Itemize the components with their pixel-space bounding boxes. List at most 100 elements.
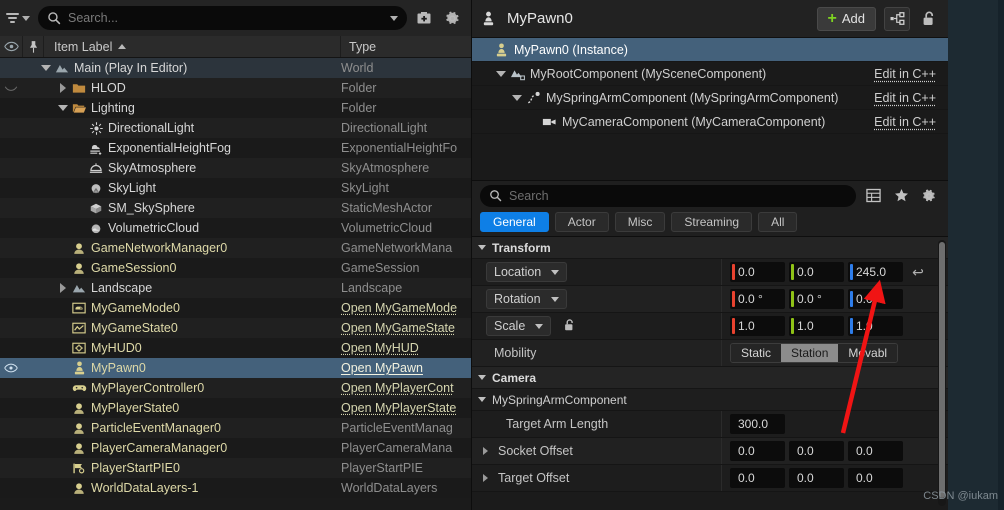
outliner-row[interactable]: MyPlayerController0 Open MyPlayerCont [0,378,471,398]
search-dropdown-chevron-icon[interactable] [390,15,398,21]
scale-z-input[interactable]: 1.0 [848,316,903,336]
details-scrollbar[interactable] [938,240,946,506]
details-search-input[interactable] [509,188,847,203]
outliner-row[interactable]: SM_SkySphere StaticMeshActor [0,198,471,218]
rotation-mode-dropdown[interactable]: Rotation [486,289,567,309]
outliner-row[interactable]: Main (Play In Editor) World [0,58,471,78]
type-column-header[interactable]: Type [341,36,471,57]
expand-arrow-down-icon[interactable] [494,70,508,77]
details-filter-tabs[interactable]: General Actor Misc Streaming All [472,210,948,236]
row-visibility-toggle[interactable] [0,83,22,93]
camera-category-header[interactable]: Camera [472,367,948,389]
filter-tab-all[interactable]: All [758,212,798,232]
row-open-blueprint-link[interactable]: Open MyPlayerState [341,401,471,415]
outliner-row[interactable]: VolumetricCloud VolumetricCloud [0,218,471,238]
filter-tab-streaming[interactable]: Streaming [671,212,753,232]
component-row[interactable]: MyCameraComponent (MyCameraComponent) Edi… [472,110,948,134]
outliner-row[interactable]: GameNetworkManager0 GameNetworkMana [0,238,471,258]
outliner-row[interactable]: ParticleEventManager0 ParticleEventManag [0,418,471,438]
outliner-row[interactable]: ExponentialHeightFog ExponentialHeightFo [0,138,471,158]
outliner-row[interactable]: Lighting Folder [0,98,471,118]
location-y-input[interactable]: 0.0 [789,262,844,282]
mobility-option-movabl[interactable]: Movabl [838,344,898,362]
row-visibility-toggle[interactable] [0,363,22,373]
location-reset-button[interactable]: ↩ [907,264,929,281]
row-open-blueprint-link[interactable]: Open MyPawn [341,361,471,375]
pin-column-header[interactable] [22,36,44,57]
outliner-search-box[interactable] [38,6,407,30]
outliner-row[interactable]: SkyLight SkyLight [0,178,471,198]
outliner-row[interactable]: SkyAtmosphere SkyAtmosphere [0,158,471,178]
outliner-row[interactable]: HLOD Folder [0,78,471,98]
details-settings-button[interactable] [918,185,940,207]
edit-in-cpp-link[interactable]: Edit in C++ [874,67,948,81]
filter-tab-actor[interactable]: Actor [554,212,609,232]
component-tree[interactable]: MyPawn0 (Instance) MyRootComponent (MySce… [472,38,948,134]
expand-arrow-right-icon[interactable] [478,447,492,455]
scale-y-input[interactable]: 1.0 [789,316,844,336]
expand-arrow-right-icon[interactable] [56,283,70,293]
outliner-row[interactable]: MyGameState0 Open MyGameState [0,318,471,338]
outliner-row[interactable]: MyHUD0 Open MyHUD [0,338,471,358]
filter-button[interactable] [4,11,32,25]
properties-scroll-area[interactable]: Transform Location 0.0 0.0 245.0 ↩ Rotat… [472,236,948,510]
edit-in-cpp-link[interactable]: Edit in C++ [874,91,948,105]
numeric-input[interactable]: 0.0 [730,468,785,488]
outliner-row[interactable]: Landscape Landscape [0,278,471,298]
details-scrollbar-thumb[interactable] [939,242,945,498]
component-row[interactable]: MyRootComponent (MySceneComponent) Edit i… [472,62,948,86]
mobility-toggle-group[interactable]: Static Station Movabl [730,343,899,363]
outliner-row[interactable]: GameSession0 GameSession [0,258,471,278]
component-row[interactable]: MySpringArmComponent (MySpringArmCompone… [472,86,948,110]
location-x-input[interactable]: 0.0 [730,262,785,282]
expand-arrow-down-icon[interactable] [56,105,70,111]
filter-tab-general[interactable]: General [480,212,549,232]
rotation-x-input[interactable]: 0.0 ° [730,289,785,309]
mobility-option-station[interactable]: Station [781,344,839,362]
edit-in-cpp-link[interactable]: Edit in C++ [874,115,948,129]
rotation-y-input[interactable]: 0.0 ° [789,289,844,309]
location-mode-dropdown[interactable]: Location [486,262,568,282]
component-row[interactable]: MyPawn0 (Instance) [472,38,948,62]
item-label-column-header[interactable]: Item Label [44,36,341,57]
location-z-input[interactable]: 245.0 [848,262,903,282]
outliner-tree[interactable]: Main (Play In Editor) World HLOD Folder Ligh… [0,58,471,510]
row-open-blueprint-link[interactable]: Open MyPlayerCont [341,381,471,395]
outliner-row[interactable]: MyPlayerState0 Open MyPlayerState [0,398,471,418]
expand-arrow-down-icon[interactable] [39,65,53,71]
outliner-row[interactable]: PlayerStartPIE0 PlayerStartPIE [0,458,471,478]
outliner-row[interactable]: PlayerCameraManager0 PlayerCameraMana [0,438,471,458]
numeric-input[interactable]: 0.0 [730,441,785,461]
filter-tab-misc[interactable]: Misc [614,212,666,232]
numeric-input[interactable]: 0.0 [789,441,844,461]
add-component-button[interactable]: + Add [816,6,876,31]
scale-mode-dropdown[interactable]: Scale [486,316,552,336]
transform-category-header[interactable]: Transform [472,237,948,259]
details-search-box[interactable] [480,184,856,207]
row-open-blueprint-link[interactable]: Open MyHUD [341,341,471,355]
rotation-z-input[interactable]: 0.0 ° [848,289,903,309]
numeric-input[interactable]: 0.0 [848,468,903,488]
details-favorites-button[interactable] [890,185,912,207]
details-columns-button[interactable] [862,185,884,207]
row-open-blueprint-link[interactable]: Open MyGameState [341,321,471,335]
expand-arrow-right-icon[interactable] [56,83,70,93]
numeric-input[interactable]: 0.0 [848,441,903,461]
numeric-input[interactable]: 0.0 [789,468,844,488]
spring-arm-subcategory-header[interactable]: MySpringArmComponent [472,389,948,411]
new-folder-button[interactable] [413,7,435,29]
outliner-row[interactable]: WorldDataLayers-1 WorldDataLayers [0,478,471,498]
outliner-search-input[interactable] [68,11,383,25]
expand-arrow-down-icon[interactable] [510,94,524,101]
row-open-blueprint-link[interactable]: Open MyGameMode [341,301,471,315]
visibility-column-header[interactable] [0,41,22,52]
outliner-row[interactable]: DirectionalLight DirectionalLight [0,118,471,138]
scale-lock-button[interactable] [563,318,576,335]
outliner-row[interactable]: MyGameMode0 Open MyGameMode [0,298,471,318]
mobility-option-static[interactable]: Static [731,344,782,362]
scale-x-input[interactable]: 1.0 [730,316,785,336]
outliner-settings-button[interactable] [441,7,463,29]
lock-details-button[interactable] [918,8,940,30]
numeric-input[interactable]: 300.0 [730,414,785,434]
outliner-row[interactable]: MyPawn0 Open MyPawn [0,358,471,378]
